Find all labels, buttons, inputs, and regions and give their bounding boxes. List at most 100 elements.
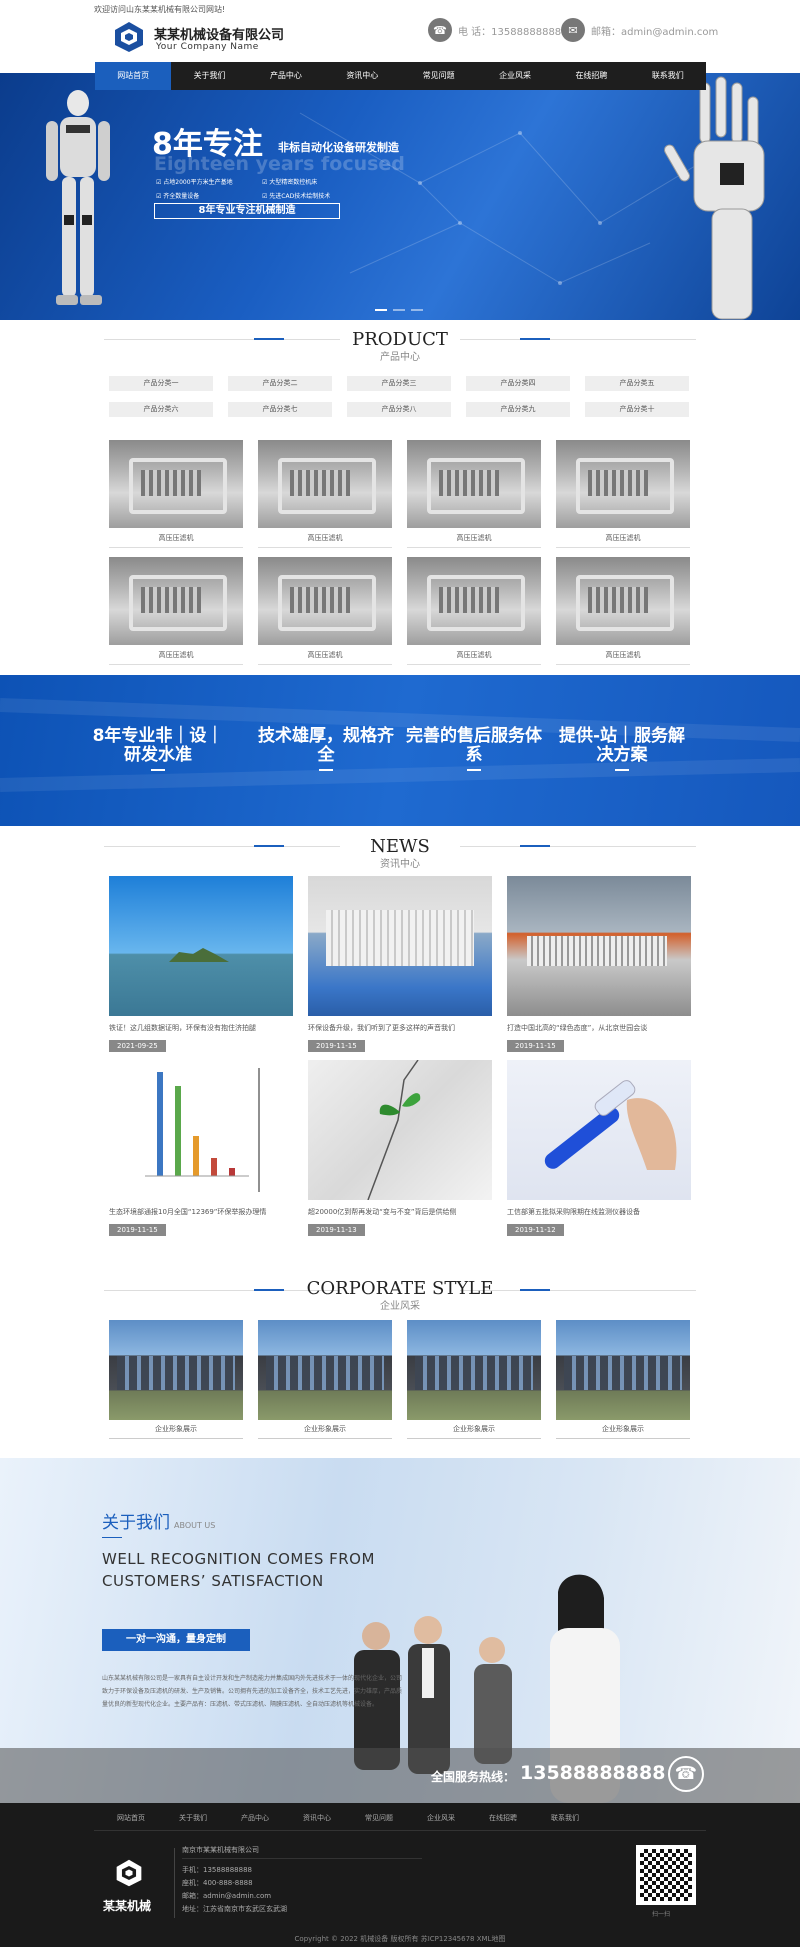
corporate-image[interactable] [556, 1320, 690, 1420]
footer-nav-item[interactable]: 联系我们 [551, 1813, 579, 1823]
news-card[interactable]: 超20000亿到帮再发动“变与不变”背后是供给侧 2019-11-13 [308, 1060, 492, 1236]
product-image[interactable] [258, 557, 392, 645]
carousel-dot[interactable] [375, 309, 387, 311]
category-tab[interactable]: 产品分类六 [109, 402, 213, 417]
corporate-image[interactable] [109, 1320, 243, 1420]
footer-phone: 手机：13588888888 [182, 1866, 252, 1874]
nav-item-faq[interactable]: 常见问题 [401, 62, 477, 90]
product-card[interactable]: 高压压滤机 [109, 557, 243, 666]
news-card[interactable]: 工信部第五批拟采购限期在线监测仪器设备 2019-11-12 [507, 1060, 691, 1236]
corporate-title-cn: 企业风采 [380, 1301, 420, 1312]
nav-item-about[interactable]: 关于我们 [171, 62, 247, 90]
product-card[interactable]: 高压压滤机 [556, 557, 690, 666]
news-text[interactable]: 环保设备升级，我们听到了更多这样的声音我们 [308, 1023, 492, 1033]
footer-nav-item[interactable]: 企业风采 [427, 1813, 455, 1823]
corporate-card[interactable]: 企业形象展示 [258, 1320, 392, 1440]
product-card[interactable]: 高压压滤机 [258, 440, 392, 549]
category-tab[interactable]: 产品分类三 [347, 376, 451, 391]
nav-item-contact[interactable]: 联系我们 [630, 62, 706, 90]
nav-item-style[interactable]: 企业风采 [477, 62, 553, 90]
footer-nav-item[interactable]: 常见问题 [365, 1813, 393, 1823]
footer-address: 地址：江苏省南京市玄武区玄武湖 [182, 1905, 287, 1913]
news-image[interactable] [109, 1060, 293, 1200]
corporate-caption[interactable]: 企业形象展示 [407, 1424, 541, 1439]
product-name[interactable]: 高压压滤机 [109, 533, 243, 548]
product-name[interactable]: 高压压滤机 [556, 533, 690, 548]
news-card[interactable]: 铁证！这几组数据证明，环保有没有抱住济拍腿 2021-09-25 [109, 876, 293, 1052]
product-name[interactable]: 高压压滤机 [407, 650, 541, 665]
news-image[interactable] [308, 1060, 492, 1200]
product-name[interactable]: 高压压滤机 [258, 533, 392, 548]
product-card[interactable]: 高压压滤机 [556, 440, 690, 549]
news-text[interactable]: 打造中国北高的“绿色态度”，从北京世园会谈 [507, 1023, 691, 1033]
company-logo-icon[interactable] [112, 20, 146, 54]
company-name-en: Your Company Name [156, 42, 259, 52]
footer-email: 邮箱：admin@admin.com [182, 1892, 272, 1900]
product-card[interactable]: 高压压滤机 [109, 440, 243, 549]
hotline-number[interactable]: 13588888888 [520, 1762, 665, 1784]
category-tab[interactable]: 产品分类一 [109, 376, 213, 391]
qr-caption: 扫一扫 [652, 1911, 671, 1918]
product-name[interactable]: 高压压滤机 [556, 650, 690, 665]
news-text[interactable]: 铁证！这几组数据证明，环保有没有抱住济拍腿 [109, 1023, 293, 1033]
product-name[interactable]: 高压压滤机 [258, 650, 392, 665]
news-text[interactable]: 生态环境部通报10月全国“12369”环保举报办理情 [109, 1207, 293, 1217]
product-name[interactable]: 高压压滤机 [109, 650, 243, 665]
news-image[interactable] [109, 876, 293, 1016]
footer-nav-item[interactable]: 关于我们 [179, 1813, 207, 1823]
footer-nav-item[interactable]: 在线招聘 [489, 1813, 517, 1823]
product-card[interactable]: 高压压滤机 [407, 557, 541, 666]
corporate-card[interactable]: 企业形象展示 [556, 1320, 690, 1440]
product-image[interactable] [109, 440, 243, 528]
welcome-text: 欢迎访问山东某某机械有限公司网站! [94, 5, 226, 14]
corporate-section-title: CORPORATE STYLE 企业风采 [0, 1278, 800, 1312]
category-tab[interactable]: 产品分类八 [347, 402, 451, 417]
news-card[interactable]: 环保设备升级，我们听到了更多这样的声音我们 2019-11-15 [308, 876, 492, 1052]
category-tab[interactable]: 产品分类二 [228, 376, 332, 391]
consult-button[interactable]: 一对一沟通，量身定制 [102, 1629, 250, 1651]
product-image[interactable] [556, 440, 690, 528]
news-date: 2021-09-25 [109, 1040, 166, 1052]
product-image[interactable] [407, 440, 541, 528]
category-tab[interactable]: 产品分类十 [585, 402, 689, 417]
corporate-caption[interactable]: 企业形象展示 [556, 1424, 690, 1439]
hero-banner[interactable]: 8年专注 非标自动化设备研发制造 Eighteen years focused … [0, 73, 800, 320]
footer-nav-item[interactable]: 产品中心 [241, 1813, 269, 1823]
category-tab[interactable]: 产品分类九 [466, 402, 570, 417]
corporate-caption[interactable]: 企业形象展示 [258, 1424, 392, 1439]
nav-item-news[interactable]: 资讯中心 [324, 62, 400, 90]
phone-icon: ☎ [428, 18, 452, 42]
carousel-dot[interactable] [411, 309, 423, 311]
product-card[interactable]: 高压压滤机 [258, 557, 392, 666]
category-tab[interactable]: 产品分类七 [228, 402, 332, 417]
nav-item-products[interactable]: 产品中心 [248, 62, 324, 90]
nav-item-home[interactable]: 网站首页 [95, 62, 172, 90]
news-text[interactable]: 超20000亿到帮再发动“变与不变”背后是供给侧 [308, 1207, 492, 1217]
footer-nav-item[interactable]: 资讯中心 [303, 1813, 331, 1823]
email-text: 邮箱：admin@admin.com [591, 26, 719, 38]
product-image[interactable] [556, 557, 690, 645]
news-image[interactable] [507, 1060, 691, 1200]
corporate-caption[interactable]: 企业形象展示 [109, 1424, 243, 1439]
product-card[interactable]: 高压压滤机 [407, 440, 541, 549]
news-image[interactable] [507, 876, 691, 1016]
corporate-card[interactable]: 企业形象展示 [109, 1320, 243, 1440]
product-image[interactable] [109, 557, 243, 645]
news-card[interactable]: 生态环境部通报10月全国“12369”环保举报办理情 2019-11-15 [109, 1060, 293, 1236]
product-image[interactable] [258, 440, 392, 528]
product-name[interactable]: 高压压滤机 [407, 533, 541, 548]
corporate-image[interactable] [258, 1320, 392, 1420]
product-image[interactable] [407, 557, 541, 645]
nav-item-jobs[interactable]: 在线招聘 [553, 62, 629, 90]
news-card[interactable]: 打造中国北高的“绿色态度”，从北京世园会谈 2019-11-15 [507, 876, 691, 1052]
carousel-dots [375, 309, 423, 311]
footer-nav-item[interactable]: 网站首页 [117, 1813, 145, 1823]
news-image[interactable] [308, 876, 492, 1016]
corporate-image[interactable] [407, 1320, 541, 1420]
category-tab[interactable]: 产品分类五 [585, 376, 689, 391]
news-text[interactable]: 工信部第五批拟采购限期在线监测仪器设备 [507, 1207, 691, 1217]
carousel-dot[interactable] [393, 309, 405, 311]
category-tab[interactable]: 产品分类四 [466, 376, 570, 391]
footer-vertical-divider [174, 1848, 175, 1918]
corporate-card[interactable]: 企业形象展示 [407, 1320, 541, 1440]
